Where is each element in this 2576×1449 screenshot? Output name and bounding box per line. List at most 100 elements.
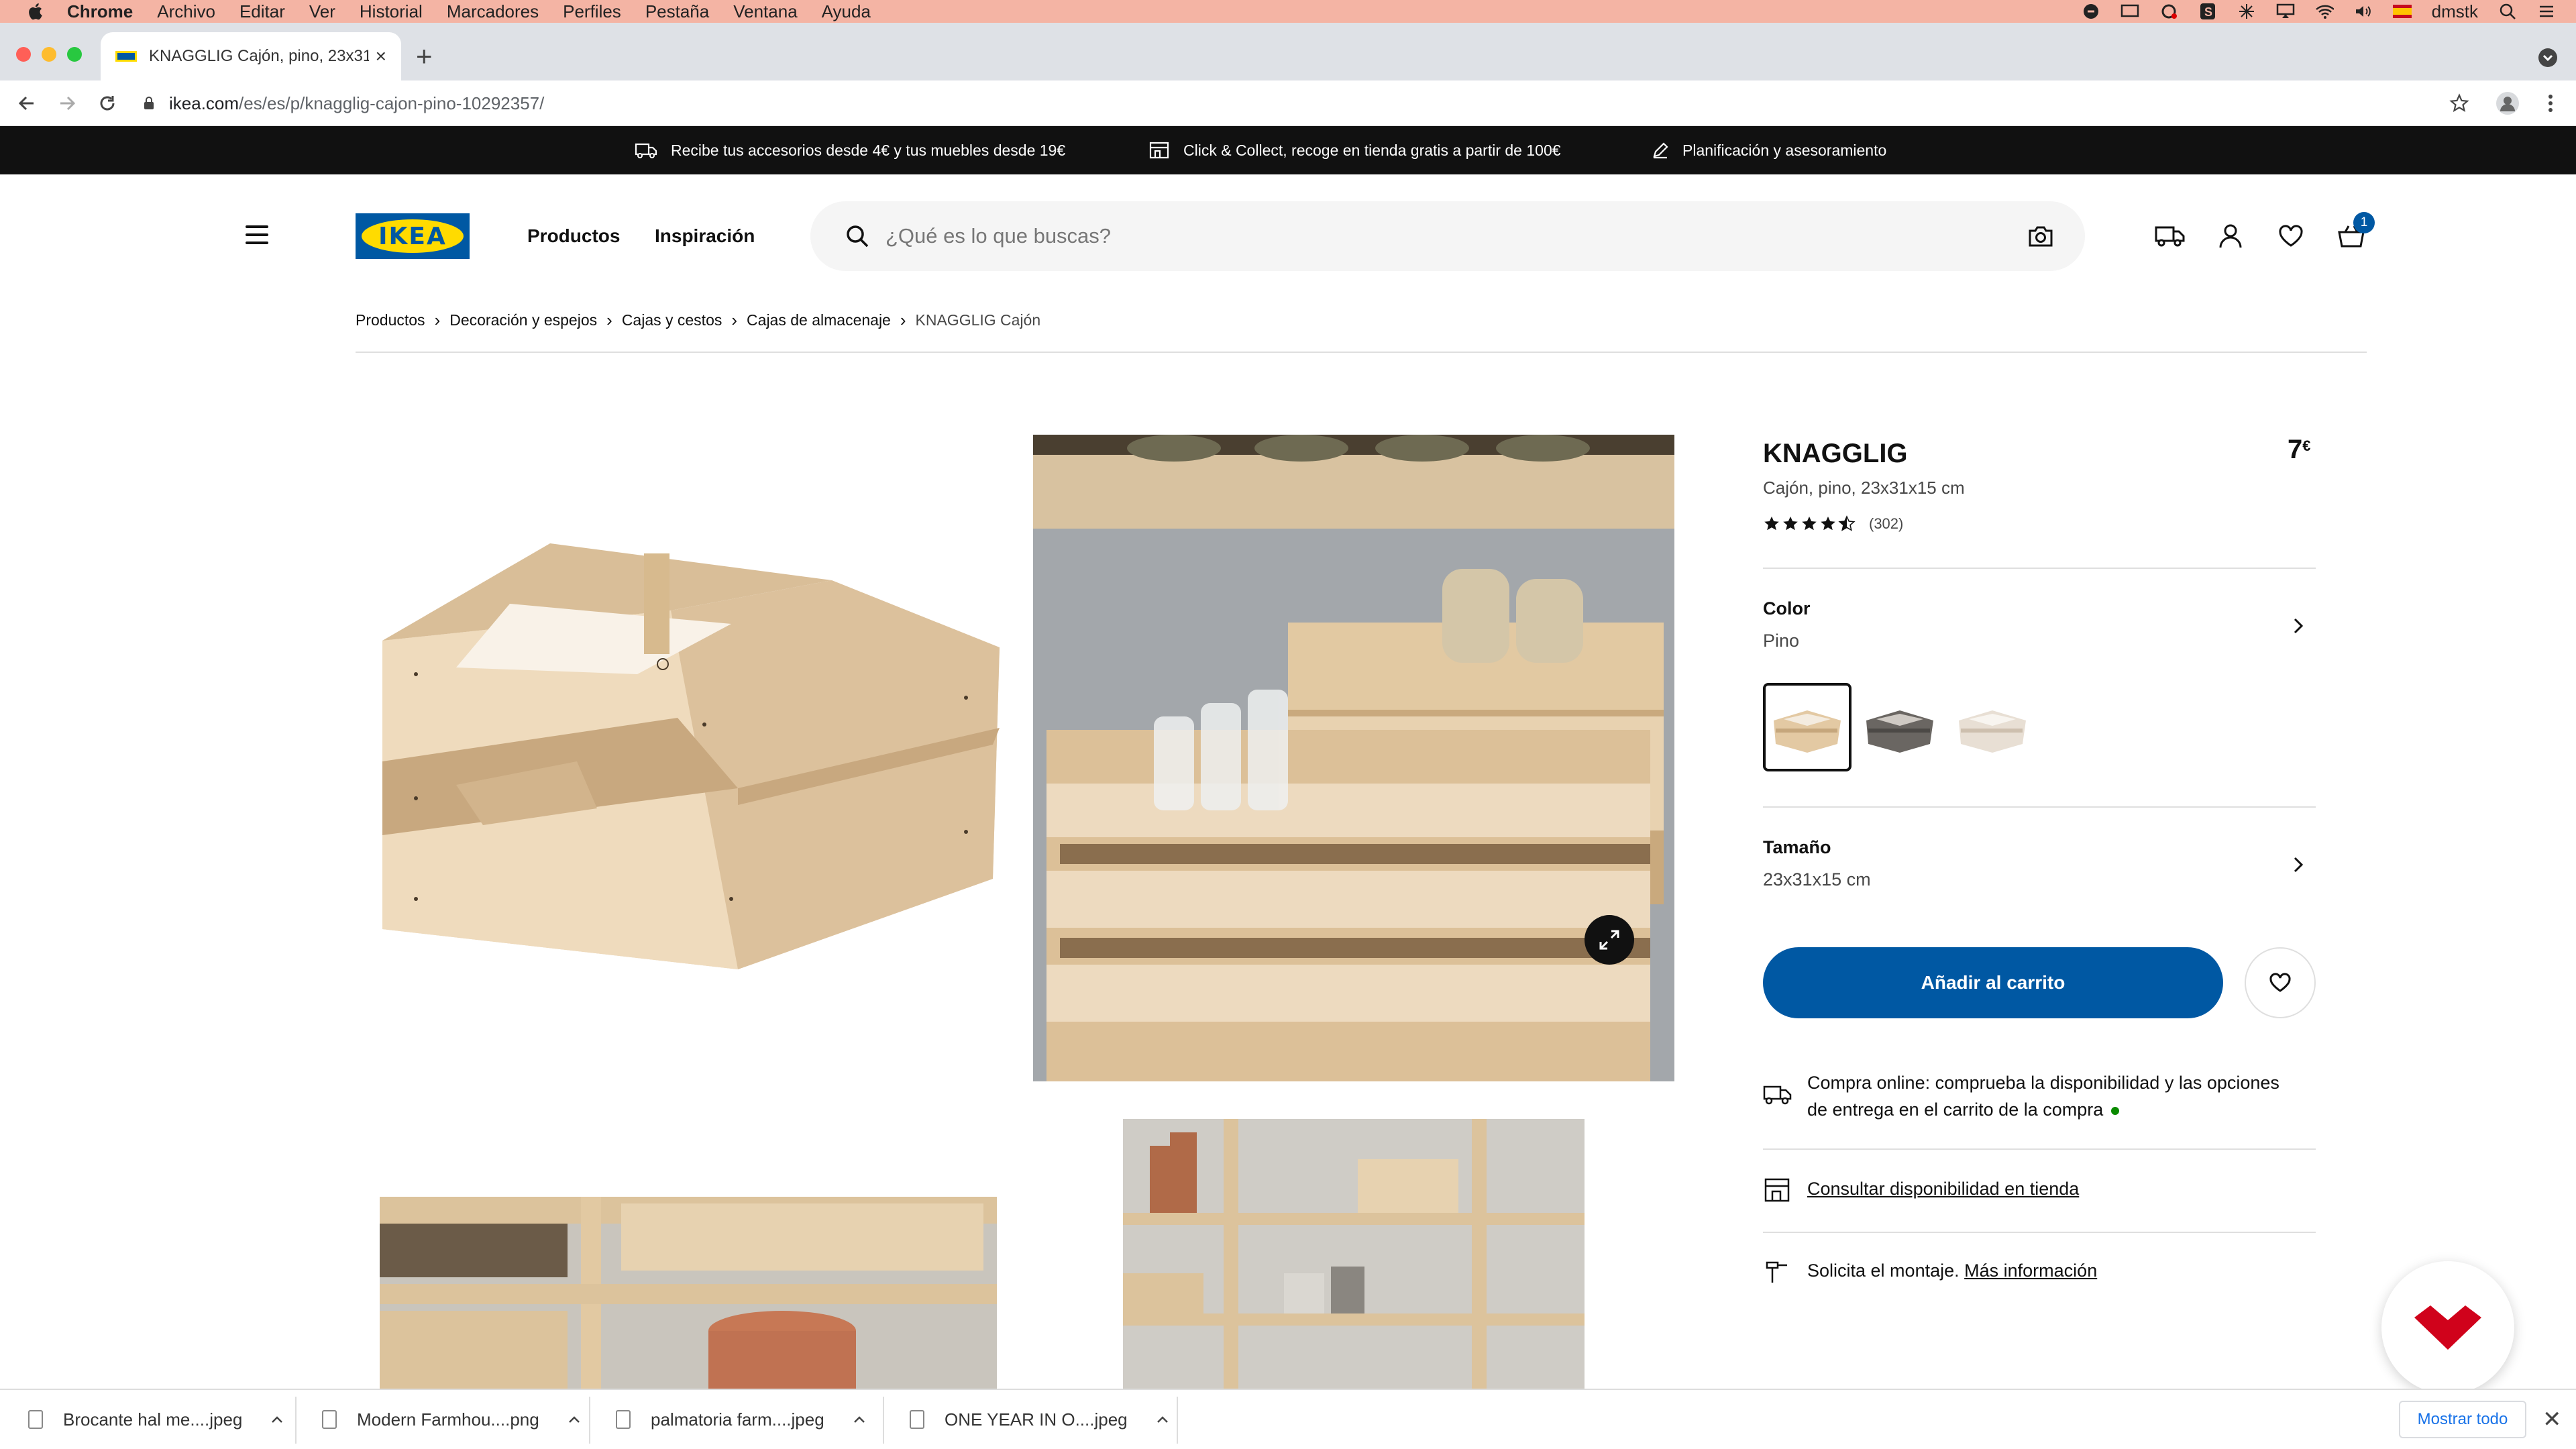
promo-planning[interactable]: Planificación y asesoramiento — [1652, 126, 1886, 174]
menu-marcadores[interactable]: Marcadores — [447, 1, 539, 22]
color-swatch-grey[interactable] — [1856, 683, 1944, 771]
color-swatch-white[interactable] — [1948, 683, 2037, 771]
svg-text:S: S — [2204, 5, 2212, 19]
vpn-icon[interactable] — [2082, 3, 2100, 20]
heart-icon — [2269, 973, 2291, 992]
menubar-username[interactable]: dmstk — [2432, 1, 2478, 22]
screen-icon[interactable] — [2121, 3, 2139, 20]
airplay-icon[interactable] — [2276, 3, 2295, 20]
breadcrumb-decoracion[interactable]: Decoración y espejos — [449, 311, 597, 329]
ikea-logo[interactable]: IKEA — [356, 213, 470, 259]
tab-search-button[interactable] — [2538, 48, 2557, 67]
flag-spain-icon[interactable] — [2392, 3, 2412, 20]
forward-button[interactable] — [54, 90, 80, 117]
wishlist-button[interactable] — [2275, 221, 2306, 251]
menu-app-name[interactable]: Chrome — [67, 1, 133, 22]
expand-image-button[interactable] — [1585, 915, 1634, 965]
breadcrumb-cajas-cestos[interactable]: Cajas y cestos — [622, 311, 722, 329]
menu-ventana[interactable]: Ventana — [733, 1, 797, 22]
menu-perfiles[interactable]: Perfiles — [563, 1, 621, 22]
apple-icon[interactable] — [25, 1, 44, 21]
product-image-shelves-2[interactable] — [1123, 1119, 1585, 1389]
store-availability-link[interactable]: Consultar disponibilidad en tienda — [1807, 1179, 2079, 1199]
address-bar[interactable]: ikea.com/es/es/p/knagglig-cajon-pino-102… — [144, 90, 544, 117]
volume-icon[interactable] — [2354, 3, 2373, 20]
app-s-icon[interactable]: S — [2198, 3, 2217, 20]
show-all-downloads-button[interactable]: Mostrar todo — [2399, 1401, 2526, 1438]
new-tab-button[interactable]: + — [416, 40, 433, 72]
product-image-shelves-1[interactable] — [380, 1197, 997, 1389]
star-filled-icon — [1783, 517, 1798, 531]
close-downloads-icon[interactable]: ✕ — [2542, 1406, 2562, 1433]
back-button[interactable] — [13, 90, 40, 117]
profile-button[interactable] — [2494, 90, 2521, 117]
tab-close-icon[interactable]: × — [376, 46, 386, 67]
color-swatch-pine[interactable] — [1763, 683, 1851, 771]
sync-icon[interactable] — [2237, 3, 2256, 20]
image-file-icon — [322, 1410, 337, 1429]
chrome-menu-button[interactable] — [2537, 90, 2564, 117]
chat-assistant-button[interactable] — [2381, 1261, 2514, 1394]
chevron-up-icon[interactable] — [568, 1413, 581, 1426]
add-to-cart-button[interactable]: Añadir al carrito — [1763, 947, 2223, 1018]
browser-tab-active[interactable]: KNAGGLIG Cajón, pino, 23x31x × — [101, 32, 401, 80]
creative-cloud-icon[interactable] — [2159, 3, 2178, 20]
window-zoom-button[interactable] — [67, 47, 82, 62]
breadcrumb-productos[interactable]: Productos — [356, 311, 425, 329]
menu-archivo[interactable]: Archivo — [157, 1, 215, 22]
arrow-left-icon — [18, 96, 34, 111]
image-file-icon — [28, 1410, 43, 1429]
nav-inspiracion[interactable]: Inspiración — [655, 225, 755, 247]
chevron-up-icon[interactable] — [270, 1413, 284, 1426]
add-to-wishlist-button[interactable] — [2245, 947, 2316, 1018]
delivery-truck-button[interactable] — [2155, 221, 2186, 251]
section-divider — [1763, 806, 2316, 808]
product-description: Cajón, pino, 23x31x15 cm — [1763, 478, 1965, 498]
product-image-pantry[interactable] — [1033, 435, 1674, 1081]
menu-historial[interactable]: Historial — [360, 1, 423, 22]
product-image-crate[interactable] — [376, 523, 1006, 986]
menu-ver[interactable]: Ver — [309, 1, 335, 22]
section-divider — [1763, 1148, 2316, 1150]
search-input[interactable]: ¿Qué es lo que buscas? — [810, 201, 2085, 271]
account-button[interactable] — [2215, 221, 2246, 251]
download-item[interactable]: Brocante hal me....jpeg — [28, 1390, 284, 1449]
wifi-icon[interactable] — [2315, 3, 2334, 20]
hamburger-menu-icon[interactable] — [246, 225, 268, 246]
nav-productos[interactable]: Productos — [527, 225, 620, 247]
chevron-up-icon[interactable] — [853, 1413, 866, 1426]
download-item[interactable]: palmatoria farm....jpeg — [616, 1390, 866, 1449]
star-filled-icon — [1821, 517, 1835, 531]
promo-delivery[interactable]: Recibe tus accesorios desde 4€ y tus mue… — [635, 126, 1065, 174]
download-filename: ONE YEAR IN O....jpeg — [945, 1409, 1128, 1430]
download-item[interactable]: Modern Farmhou....png — [322, 1390, 581, 1449]
menu-pestana[interactable]: Pestaña — [645, 1, 709, 22]
section-divider — [1763, 568, 2316, 569]
assembly-more-info-link[interactable]: Más información — [1964, 1260, 2097, 1281]
more-vert-icon — [2548, 95, 2553, 112]
online-availability-info: Compra online: comprueba la disponibilid… — [1807, 1069, 2279, 1123]
chevron-up-icon[interactable] — [1156, 1413, 1169, 1426]
menu-ayuda[interactable]: Ayuda — [822, 1, 871, 22]
breadcrumb-cajas-almacenaje[interactable]: Cajas de almacenaje — [747, 311, 891, 329]
product-rating[interactable]: (302) — [1763, 515, 1903, 533]
heart-icon — [2279, 225, 2303, 247]
chevron-right-icon[interactable] — [2290, 616, 2306, 636]
menu-editar[interactable]: Editar — [239, 1, 285, 22]
cart-count-badge: 1 — [2353, 212, 2375, 233]
lock-icon — [144, 97, 154, 109]
control-center-icon[interactable] — [2537, 3, 2556, 20]
chevron-right-icon[interactable] — [2290, 855, 2306, 875]
camera-search-icon[interactable] — [2027, 223, 2054, 250]
window-minimize-button[interactable] — [42, 47, 56, 62]
spotlight-search-icon[interactable] — [2498, 3, 2517, 20]
reload-button[interactable] — [94, 90, 121, 117]
search-icon — [847, 225, 869, 248]
window-close-button[interactable] — [16, 47, 31, 62]
bookmark-star-button[interactable] — [2446, 90, 2473, 117]
chat-logo-icon — [2414, 1305, 2481, 1350]
reload-icon — [100, 96, 115, 111]
download-item[interactable]: ONE YEAR IN O....jpeg — [910, 1390, 1169, 1449]
price-value: 7 — [2288, 435, 2303, 464]
promo-click-collect[interactable]: Click & Collect, recoge en tienda gratis… — [1148, 126, 1561, 174]
